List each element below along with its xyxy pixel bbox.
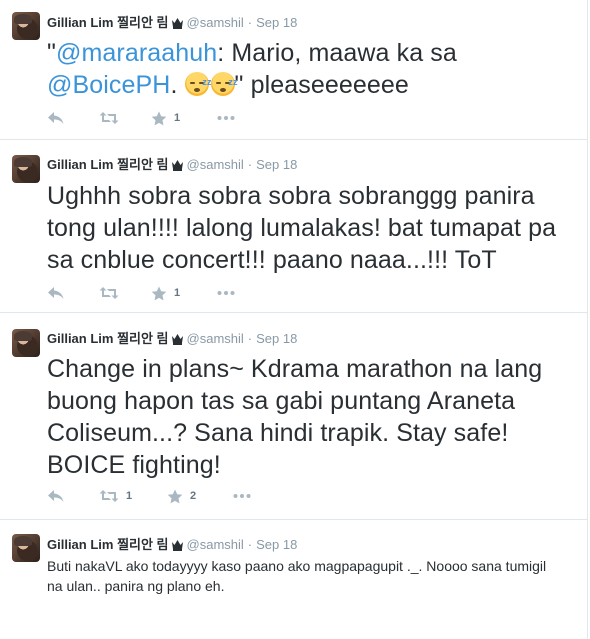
mention-link[interactable]: @BoicePH	[47, 71, 170, 99]
avatar[interactable]	[12, 155, 40, 183]
mention-link[interactable]: @mararaahuh	[56, 39, 217, 67]
crown-icon	[171, 159, 184, 175]
user-name[interactable]: Gillian Lim 찔리안 림	[47, 331, 169, 346]
tweet-text: Ughhh sobra sobra sobra sobranggg panira…	[47, 182, 557, 274]
favorite-button[interactable]: 2	[167, 488, 196, 504]
star-icon	[167, 489, 183, 503]
user-handle[interactable]: @samshil	[187, 15, 244, 30]
favorite-button[interactable]: 1	[151, 110, 180, 126]
reply-arrow-icon	[48, 112, 64, 124]
tweet[interactable]: Gillian Lim 찔리안 림 @samshil · Sep 18 "@marar…	[0, 0, 587, 140]
separator-dot: ·	[247, 15, 253, 30]
tweet-header: Gillian Lim 찔리안 림 @samshil · Sep 18	[47, 157, 297, 175]
retweet-count: 1	[126, 490, 133, 502]
retweet-button[interactable]	[99, 110, 126, 126]
more-button[interactable]	[217, 110, 235, 126]
reply-button[interactable]	[47, 110, 65, 126]
favorite-count: 1	[174, 112, 181, 124]
user-name[interactable]: Gillian Lim 찔리안 림	[47, 157, 169, 172]
text-segment: : Mario, maawa ka sa	[217, 39, 457, 67]
reply-button[interactable]	[47, 285, 65, 301]
tweet-text: Change in plans~ Kdrama marathon na lang…	[47, 355, 543, 479]
tweet-text: Buti nakaVL ako todayyyy kaso paano ako …	[47, 558, 547, 594]
tweet[interactable]: Gillian Lim 찔리안 림 @samshil · Sep 18 Buti na…	[0, 520, 587, 639]
more-button[interactable]	[217, 285, 235, 301]
text-segment: " pleaseeeeeee	[234, 71, 409, 99]
text-segment: .	[170, 71, 185, 99]
more-dots-icon	[217, 116, 235, 120]
tweet-date[interactable]: Sep 18	[256, 331, 297, 346]
tweet-header: Gillian Lim 찔리안 림 @samshil · Sep 18	[47, 537, 297, 555]
favorite-count: 2	[190, 490, 197, 502]
tweet-header: Gillian Lim 찔리안 림 @samshil · Sep 18	[47, 331, 297, 349]
sleepy-face-emoji: zz	[184, 72, 211, 96]
favorite-button[interactable]: 1	[151, 285, 180, 301]
separator-dot: ·	[247, 157, 253, 172]
sleepy-face-emoji: zz	[210, 72, 237, 96]
user-handle[interactable]: @samshil	[187, 331, 244, 346]
tweet-feed: Gillian Lim 찔리안 림 @samshil · Sep 18 "@marar…	[0, 0, 588, 639]
user-name[interactable]: Gillian Lim 찔리안 림	[47, 537, 169, 552]
user-handle[interactable]: @samshil	[187, 537, 244, 552]
tweet-text: "@mararaahuh: Mario, maawa ka sa @BoiceP…	[47, 37, 573, 101]
tweet[interactable]: Gillian Lim 찔리안 림 @samshil · Sep 18 Change …	[0, 313, 587, 520]
crown-icon	[171, 333, 184, 349]
star-icon	[151, 111, 167, 125]
user-name[interactable]: Gillian Lim 찔리안 림	[47, 15, 169, 30]
tweet-date[interactable]: Sep 18	[256, 537, 297, 552]
retweet-button[interactable]	[99, 285, 126, 301]
retweet-icon	[99, 112, 119, 124]
reply-arrow-icon	[48, 287, 64, 299]
tweet-header: Gillian Lim 찔리안 림 @samshil · Sep 18	[47, 15, 297, 33]
more-dots-icon	[217, 291, 235, 295]
favorite-count: 1	[174, 287, 181, 299]
reply-button[interactable]	[47, 488, 65, 504]
tweet[interactable]: Gillian Lim 찔리안 림 @samshil · Sep 18 Ughhh s…	[0, 140, 587, 313]
crown-icon	[171, 539, 184, 555]
crown-icon	[171, 17, 184, 33]
separator-dot: ·	[247, 537, 253, 552]
star-icon	[151, 286, 167, 300]
tweet-date[interactable]: Sep 18	[256, 157, 297, 172]
avatar[interactable]	[12, 329, 40, 357]
more-button[interactable]	[233, 488, 251, 504]
avatar[interactable]	[12, 12, 40, 40]
user-handle[interactable]: @samshil	[187, 157, 244, 172]
avatar[interactable]	[12, 534, 40, 562]
retweet-button[interactable]: 1	[99, 488, 132, 504]
quote-mark: "	[47, 39, 56, 67]
tweet-date[interactable]: Sep 18	[256, 15, 297, 30]
reply-arrow-icon	[48, 490, 64, 502]
retweet-icon	[99, 287, 119, 299]
retweet-icon	[99, 490, 119, 502]
more-dots-icon	[233, 494, 251, 498]
separator-dot: ·	[247, 331, 253, 346]
